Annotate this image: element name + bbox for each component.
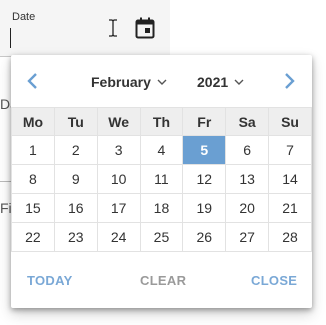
weekday-header: Su [268, 107, 312, 136]
weekday-header: Th [139, 107, 184, 136]
weekday-header-row: Mo Tu We Th Fr Sa Su [11, 107, 312, 136]
day-cell[interactable]: 18 [139, 193, 184, 223]
day-cell[interactable]: 20 [225, 193, 270, 223]
day-cell[interactable]: 3 [96, 135, 141, 165]
day-cell[interactable]: 10 [96, 164, 141, 194]
weekday-header: Tu [53, 107, 98, 136]
calendar-icon[interactable] [135, 17, 155, 39]
day-cell[interactable]: 11 [139, 164, 184, 194]
day-cell[interactable]: 16 [53, 193, 98, 223]
chevron-left-icon[interactable] [23, 71, 43, 91]
weekday-header: Sa [225, 107, 270, 136]
weekday-header: Fr [182, 107, 227, 136]
picker-header: February 2021 [11, 55, 312, 107]
day-cell-selected[interactable]: 5 [182, 135, 227, 165]
day-cell[interactable]: 26 [182, 222, 227, 252]
day-cell[interactable]: 21 [268, 193, 312, 223]
week-row: 8 9 10 11 12 13 14 [11, 164, 312, 194]
day-cell[interactable]: 25 [139, 222, 184, 252]
chevron-down-icon [234, 79, 244, 85]
day-cell[interactable]: 27 [225, 222, 270, 252]
date-input[interactable] [10, 28, 143, 48]
day-cell[interactable]: 13 [225, 164, 270, 194]
day-cell[interactable]: 6 [225, 135, 270, 165]
week-row: 15 16 17 18 19 20 21 [11, 193, 312, 223]
day-cell[interactable]: 8 [11, 164, 55, 194]
week-row: 22 23 24 25 26 27 28 [11, 222, 312, 252]
date-field-label: Date [12, 11, 36, 23]
close-button[interactable]: CLOSE [251, 273, 297, 288]
day-cell[interactable]: 9 [53, 164, 98, 194]
calendar-grid: Mo Tu We Th Fr Sa Su 1 2 3 4 5 6 7 8 9 1… [11, 107, 312, 252]
year-select[interactable]: 2021 [197, 72, 244, 92]
weekday-header: Mo [11, 107, 55, 136]
chevron-right-icon[interactable] [279, 71, 299, 91]
chevron-down-icon [157, 79, 167, 85]
week-row: 1 2 3 4 5 6 7 [11, 135, 312, 165]
day-cell[interactable]: 4 [139, 135, 184, 165]
day-cell[interactable]: 15 [11, 193, 55, 223]
date-picker-popup: February 2021 Mo Tu We Th Fr Sa Su 1 2 3… [11, 55, 312, 308]
day-cell[interactable]: 17 [96, 193, 141, 223]
day-cell[interactable]: 24 [96, 222, 141, 252]
day-cell[interactable]: 28 [268, 222, 312, 252]
day-cell[interactable]: 1 [11, 135, 55, 165]
picker-footer: TODAY CLEAR CLOSE [11, 267, 312, 297]
day-cell[interactable]: 2 [53, 135, 98, 165]
background-divider [0, 181, 11, 182]
clear-button[interactable]: CLEAR [140, 273, 186, 288]
day-cell[interactable]: 19 [182, 193, 227, 223]
day-cell[interactable]: 7 [268, 135, 312, 165]
day-cell[interactable]: 23 [53, 222, 98, 252]
day-cell[interactable]: 22 [11, 222, 55, 252]
year-select-value: 2021 [197, 74, 229, 90]
background-label-fragment: Fi [0, 200, 12, 216]
day-cell[interactable]: 14 [268, 164, 312, 194]
date-field[interactable]: Date [0, 0, 170, 57]
today-button[interactable]: TODAY [27, 273, 73, 288]
month-select[interactable]: February [91, 72, 167, 92]
text-cursor-icon [107, 19, 119, 37]
day-cell[interactable]: 12 [182, 164, 227, 194]
month-select-value: February [91, 74, 151, 90]
weekday-header: We [96, 107, 141, 136]
